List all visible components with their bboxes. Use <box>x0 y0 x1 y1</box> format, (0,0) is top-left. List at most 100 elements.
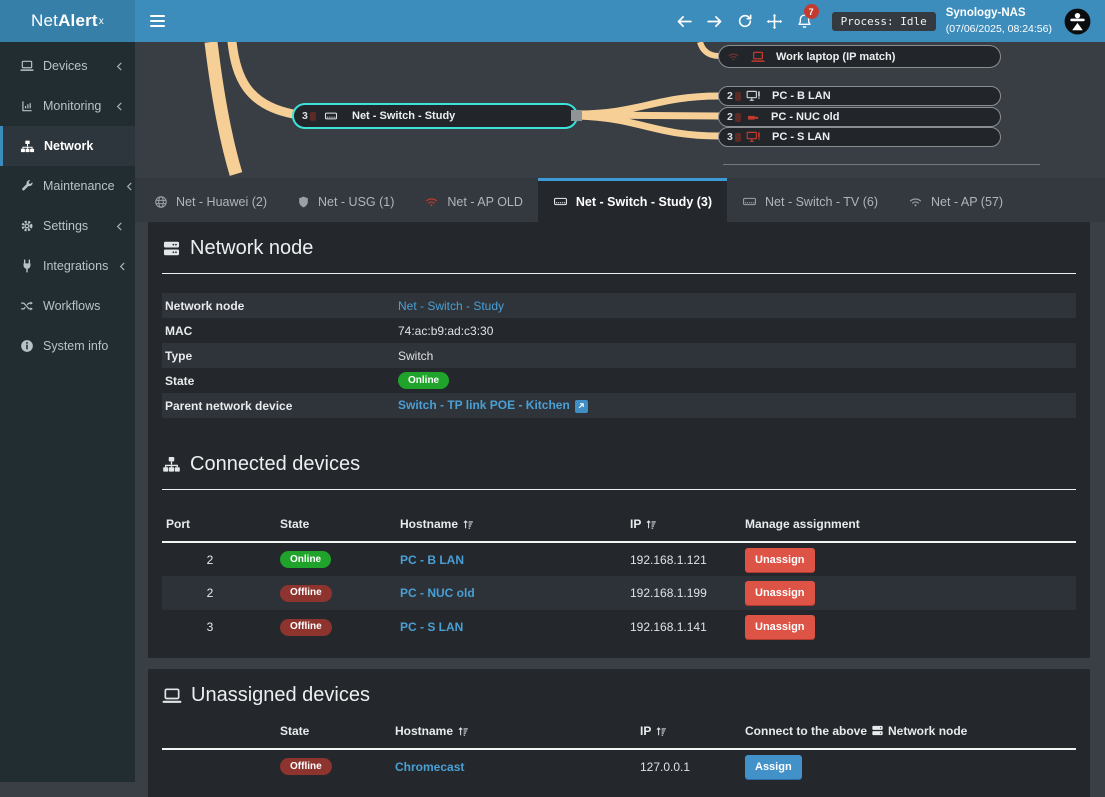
external-link-icon <box>575 400 588 413</box>
sidebar-item-settings[interactable]: Settings <box>0 206 135 246</box>
chevron-left-icon <box>114 61 125 72</box>
server-icon <box>871 724 884 737</box>
wifi-icon <box>727 50 740 63</box>
refresh-icon[interactable] <box>730 0 760 42</box>
detail-label: Type <box>162 343 395 368</box>
unassigned-devices-table: State Hostname IP Connect to the above Ne… <box>162 713 1076 783</box>
divider <box>162 273 1076 274</box>
topology-node-label: Net - Switch - Study <box>352 110 455 122</box>
ip-cell: 192.168.1.199 <box>630 576 745 610</box>
switch-icon <box>742 194 757 209</box>
process-status-badge[interactable]: Process: Idle <box>832 12 936 31</box>
divider <box>162 489 1076 490</box>
header-hostname[interactable]: Hostname <box>400 506 630 542</box>
sidebar-item-workflows[interactable]: Workflows <box>0 286 135 326</box>
topology-node-selected[interactable]: 3 Net - Switch - Study <box>292 103 578 129</box>
ip-cell: 192.168.1.121 <box>630 542 745 576</box>
sidebar-item-label: Devices <box>43 59 105 73</box>
back-arrow-icon[interactable] <box>670 0 700 42</box>
switch-icon <box>553 194 568 209</box>
tab-net-ap[interactable]: Net - AP (57) <box>893 178 1018 222</box>
wrench-icon <box>20 179 34 193</box>
status-badge: Offline <box>280 758 332 775</box>
sitemap-icon <box>20 139 35 154</box>
ethernet-icon <box>746 111 760 124</box>
sidebar-item-integrations[interactable]: Integrations <box>0 246 135 286</box>
globe-icon <box>154 195 168 209</box>
tab-net-ap-old[interactable]: Net - AP OLD <box>409 178 538 222</box>
forward-arrow-icon[interactable] <box>700 0 730 42</box>
laptop-icon <box>751 50 765 64</box>
detail-label: MAC <box>162 318 395 343</box>
port-cell: 3 <box>162 610 280 644</box>
parent-device-link[interactable]: Switch - TP link POE - Kitchen <box>398 398 588 412</box>
hostname-link[interactable]: PC - NUC old <box>400 586 475 600</box>
chevron-left-icon <box>117 261 128 272</box>
topology-node-label: PC - NUC old <box>771 111 839 123</box>
plug-icon <box>20 259 34 273</box>
tab-net-switch-study[interactable]: Net - Switch - Study (3) <box>538 178 727 222</box>
topology-port-connector <box>571 110 582 121</box>
sidebar-item-system-info[interactable]: System info <box>0 326 135 366</box>
unassign-button[interactable]: Unassign <box>745 615 815 639</box>
notification-count-badge: 7 <box>804 4 819 19</box>
status-badge: Online <box>398 372 449 389</box>
move-icon[interactable] <box>760 0 790 42</box>
chevron-left-icon <box>124 181 135 192</box>
table-row: Parent network device Switch - TP link P… <box>162 393 1076 418</box>
sidebar-item-network[interactable]: Network <box>0 126 135 166</box>
desktop-icon <box>746 89 761 103</box>
header-state: State <box>280 713 395 749</box>
tab-label: Net - USG (1) <box>318 195 394 209</box>
unassigned-devices-section-heading: Unassigned devices <box>162 684 1076 707</box>
ip-cell: 127.0.0.1 <box>640 749 745 783</box>
hamburger-menu-icon[interactable] <box>135 0 179 42</box>
sidebar-item-devices[interactable]: Devices <box>0 46 135 86</box>
table-header-row: State Hostname IP Connect to the above Ne… <box>162 713 1076 749</box>
user-avatar[interactable] <box>1064 8 1091 35</box>
top-bar: NetAlertx 7 Process: Idle Synology-NAS (… <box>0 0 1105 42</box>
detail-label: Network node <box>162 293 395 318</box>
sitemap-icon <box>162 455 181 474</box>
hostname-link[interactable]: PC - B LAN <box>400 553 464 567</box>
assign-button[interactable]: Assign <box>745 755 802 779</box>
header-ip[interactable]: IP <box>630 506 745 542</box>
tab-label: Net - AP OLD <box>447 195 523 209</box>
detail-label: State <box>162 368 395 393</box>
main-content: 3 Net - Switch - Study Work laptop (IP m… <box>135 42 1105 782</box>
header-label: Connect to the above <box>745 724 867 738</box>
tab-net-switch-tv[interactable]: Net - Switch - TV (6) <box>727 178 893 222</box>
network-node-detail-table: Network node Net - Switch - Study MAC 74… <box>162 293 1076 418</box>
top-nav: 7 Process: Idle Synology-NAS (07/06/2025… <box>135 0 1105 42</box>
connected-devices-table: Port State Hostname IP Manage assignment… <box>162 506 1076 644</box>
header-ip[interactable]: IP <box>640 713 745 749</box>
table-row: State Online <box>162 368 1076 393</box>
topology-node-work-laptop[interactable]: Work laptop (IP match) <box>718 45 1001 68</box>
topology-node-pc-b-lan[interactable]: 2 PC - B LAN <box>718 86 1001 106</box>
hostname-link[interactable]: PC - S LAN <box>400 620 463 634</box>
app-logo[interactable]: NetAlertx <box>0 0 135 42</box>
sidebar-item-monitoring[interactable]: Monitoring <box>0 86 135 126</box>
sidebar-item-label: Monitoring <box>43 99 105 113</box>
header-manage-assignment: Manage assignment <box>745 506 1076 542</box>
sort-icon <box>462 518 474 530</box>
unassign-button[interactable]: Unassign <box>745 581 815 605</box>
port-cell: 2 <box>162 576 280 610</box>
unassign-button[interactable]: Unassign <box>745 548 815 572</box>
status-badge: Offline <box>280 585 332 602</box>
hostname-link[interactable]: Chromecast <box>395 760 464 774</box>
table-row: Network node Net - Switch - Study <box>162 293 1076 318</box>
table-row: 2 Online PC - B LAN 192.168.1.121 Unassi… <box>162 542 1076 576</box>
topology-node-pc-nuc-old[interactable]: 2 PC - NUC old <box>718 107 1001 127</box>
tab-net-huawei[interactable]: Net - Huawei (2) <box>139 178 282 222</box>
sidebar-item-maintenance[interactable]: Maintenance <box>0 166 135 206</box>
notifications-bell-icon[interactable]: 7 <box>790 0 820 42</box>
brand-alert: Alert <box>58 11 98 31</box>
header-hostname[interactable]: Hostname <box>395 713 640 749</box>
host-timestamp: (07/06/2025, 08:24:56) <box>946 22 1052 36</box>
network-node-link[interactable]: Net - Switch - Study <box>398 299 504 313</box>
topology-node-pc-s-lan[interactable]: 3 PC - S LAN <box>718 127 1001 147</box>
tab-net-usg[interactable]: Net - USG (1) <box>282 178 409 222</box>
header-label: Network node <box>888 724 967 738</box>
section-title: Network node <box>190 237 313 260</box>
